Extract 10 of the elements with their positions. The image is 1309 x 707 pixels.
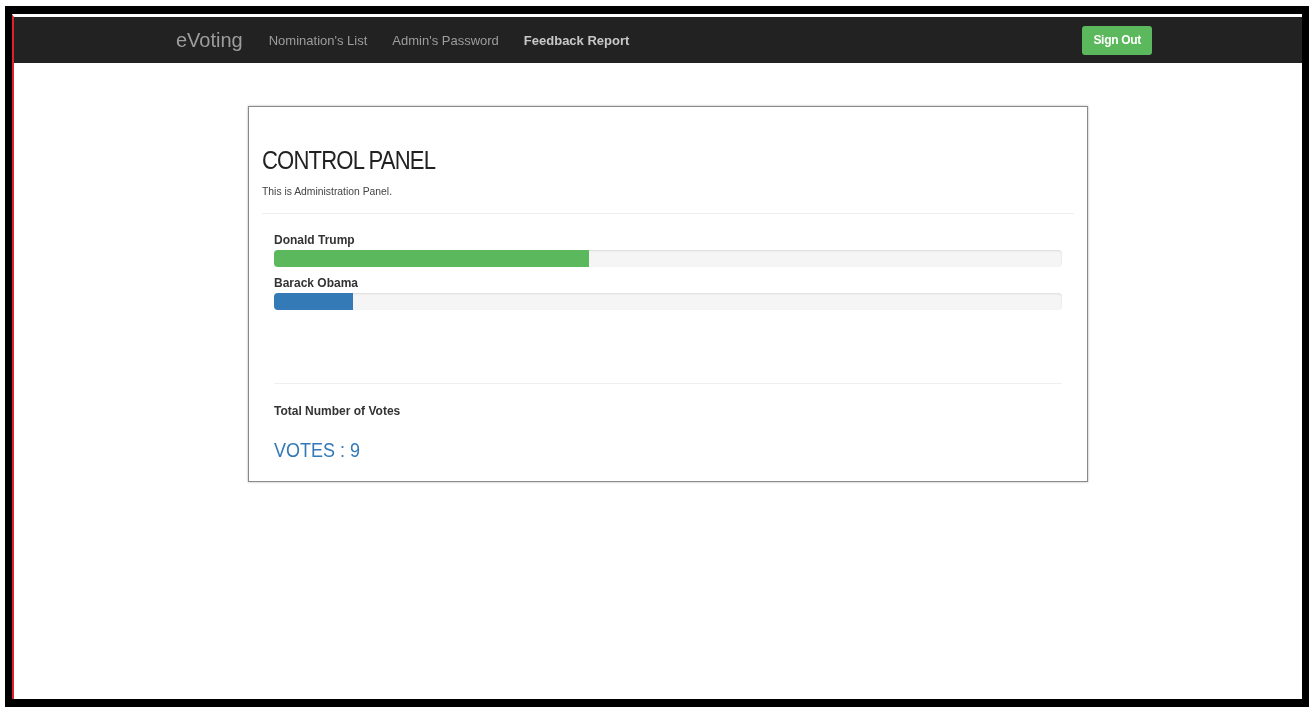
page-title: CONTROL PANEL — [262, 145, 437, 176]
candidate-name: Donald Trump — [274, 233, 356, 247]
nav-link[interactable]: Feedback Report — [523, 32, 630, 48]
nav-link[interactable]: Nomination's List — [268, 32, 368, 48]
brand-logo-text[interactable]: eVoting — [176, 28, 243, 52]
nav-link[interactable]: Admin's Password — [392, 32, 499, 48]
candidate-name: Barack Obama — [274, 276, 360, 290]
subtitle: This is Administration Panel. — [262, 185, 393, 197]
total-label: Total Number of Votes — [274, 404, 402, 418]
votes-count: VOTES : 9 — [274, 439, 362, 462]
